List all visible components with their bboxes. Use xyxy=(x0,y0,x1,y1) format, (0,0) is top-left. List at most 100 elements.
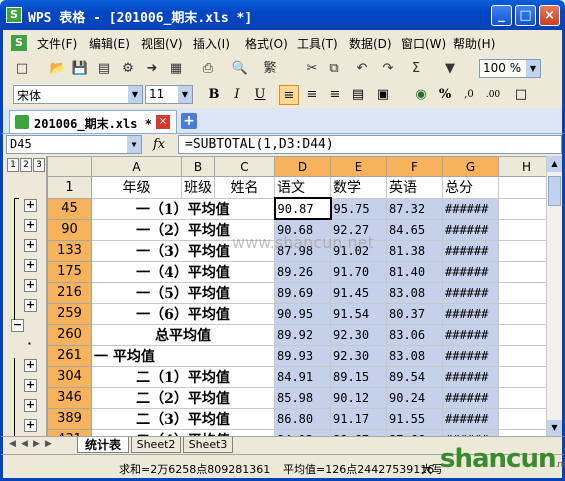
sum-icon[interactable]: Σ xyxy=(407,60,425,78)
total-cell[interactable]: ###### xyxy=(442,428,499,436)
value-cell[interactable]: 89.92 xyxy=(274,323,331,346)
chevron-down-icon[interactable]: ▼ xyxy=(127,136,141,153)
header-cell[interactable]: 英语 xyxy=(386,176,443,199)
row-label-cell[interactable]: 二（2）平均值 xyxy=(91,386,275,409)
row-header[interactable]: 259 xyxy=(47,302,92,325)
minimize-button[interactable]: _ xyxy=(491,5,512,26)
save-icon[interactable]: 💾 xyxy=(71,60,89,78)
total-cell[interactable]: ###### xyxy=(442,365,499,388)
value-cell[interactable]: 89.26 xyxy=(274,260,331,283)
row-label-cell[interactable]: 一（1）平均值 xyxy=(91,197,275,220)
value-cell[interactable]: 80.37 xyxy=(386,302,443,325)
total-cell[interactable]: ###### xyxy=(442,386,499,409)
value-cell[interactable]: 89.93 xyxy=(274,344,331,367)
header-cell[interactable]: 班级 xyxy=(181,176,215,199)
send-icon[interactable]: ➜ xyxy=(143,60,161,78)
scroll-down-icon[interactable]: ▼ xyxy=(547,420,562,436)
value-cell[interactable]: 91.45 xyxy=(330,281,387,304)
font-size-select[interactable]: 11 ▼ xyxy=(145,85,193,104)
borders-icon[interactable]: □ xyxy=(511,85,531,105)
total-cell[interactable]: ###### xyxy=(442,239,499,262)
traditional-chinese-icon[interactable]: 繁 xyxy=(261,60,279,78)
total-cell[interactable]: ###### xyxy=(442,218,499,241)
sheet-tab-1[interactable]: Sheet2 xyxy=(131,437,181,453)
row-header[interactable]: 1 xyxy=(47,176,92,199)
font-name-select[interactable]: 宋体 ▼ xyxy=(13,85,143,104)
column-header-b[interactable]: B xyxy=(181,156,215,177)
value-cell[interactable]: 87.32 xyxy=(386,197,443,220)
row-label-cell[interactable]: 一（6）平均值 xyxy=(91,302,275,325)
value-cell[interactable]: 81.38 xyxy=(386,239,443,262)
value-cell[interactable]: 85.98 xyxy=(274,386,331,409)
value-cell[interactable]: 91.54 xyxy=(330,302,387,325)
value-cell[interactable]: 91.55 xyxy=(386,407,443,430)
close-button[interactable]: × xyxy=(539,5,560,26)
expand-group-icon[interactable]: + xyxy=(24,259,37,272)
expand-group-icon[interactable]: + xyxy=(24,219,37,232)
new-tab-icon[interactable]: + xyxy=(181,113,197,129)
value-cell[interactable]: 89.69 xyxy=(274,281,331,304)
value-cell[interactable]: 81.40 xyxy=(386,260,443,283)
open-folder-icon[interactable]: 📂 xyxy=(49,60,67,78)
cut-icon[interactable]: ✂ xyxy=(303,60,321,78)
expand-group-icon[interactable]: + xyxy=(24,299,37,312)
expand-group-icon[interactable]: + xyxy=(24,239,37,252)
total-cell[interactable]: ###### xyxy=(442,407,499,430)
last-sheet-icon[interactable]: ▶ xyxy=(45,439,52,449)
value-cell[interactable]: 90.95 xyxy=(274,302,331,325)
print-preview-icon[interactable]: ▤ xyxy=(95,60,113,78)
menu-format[interactable]: 格式(O) xyxy=(245,35,288,52)
header-cell[interactable]: 语文 xyxy=(274,176,331,199)
row-header[interactable]: 431 xyxy=(47,428,92,436)
row-header[interactable]: 304 xyxy=(47,365,92,388)
menu-insert[interactable]: 插入(I) xyxy=(193,35,230,52)
expand-group-icon[interactable]: + xyxy=(24,399,37,412)
expand-group-icon[interactable]: + xyxy=(24,279,37,292)
value-cell[interactable]: 83.08 xyxy=(386,281,443,304)
next-sheet-icon[interactable]: ▶ xyxy=(33,439,40,449)
row-label-cell[interactable]: 总平均值 xyxy=(91,323,275,346)
menu-view[interactable]: 视图(V) xyxy=(141,35,183,52)
outline-dot-icon[interactable]: · xyxy=(23,338,36,352)
function-icon[interactable]: fx xyxy=(153,137,165,152)
value-cell[interactable]: 91.70 xyxy=(330,260,387,283)
header-cell[interactable]: 数学 xyxy=(330,176,387,199)
underline-button[interactable]: U xyxy=(250,85,270,105)
align-center-icon[interactable]: ≡ xyxy=(302,85,322,105)
total-cell[interactable]: ###### xyxy=(442,197,499,220)
expand-group-icon[interactable]: + xyxy=(24,359,37,372)
sheet-tab-2[interactable]: Sheet3 xyxy=(183,437,233,453)
value-cell[interactable]: 83.06 xyxy=(386,323,443,346)
column-header-c[interactable]: C xyxy=(214,156,275,177)
close-tab-icon[interactable]: × xyxy=(156,115,170,129)
filter-icon[interactable]: ▼ xyxy=(441,60,459,78)
row-header[interactable]: 261 xyxy=(47,344,92,367)
value-cell[interactable]: 90.87 xyxy=(273,197,332,220)
merge-cells-icon[interactable]: ▣ xyxy=(373,85,393,105)
chevron-down-icon[interactable]: ▼ xyxy=(526,60,540,77)
chevron-down-icon[interactable]: ▼ xyxy=(128,86,142,103)
column-header-g[interactable]: G xyxy=(442,156,499,177)
value-cell[interactable]: 87.66 xyxy=(386,428,443,436)
value-cell[interactable]: 90.24 xyxy=(386,386,443,409)
scroll-thumb[interactable] xyxy=(548,176,561,206)
column-header-e[interactable]: E xyxy=(330,156,387,177)
value-cell[interactable]: 95.75 xyxy=(330,197,387,220)
row-header[interactable]: 45 xyxy=(47,197,92,220)
new-file-icon[interactable]: □ xyxy=(13,60,31,78)
menu-edit[interactable]: 编辑(E) xyxy=(89,35,130,52)
undo-icon[interactable]: ↶ xyxy=(353,60,371,78)
percent-icon[interactable]: % xyxy=(435,85,455,105)
total-cell[interactable]: ###### xyxy=(442,323,499,346)
menu-help[interactable]: 帮助(H) xyxy=(453,35,495,52)
permissions-icon[interactable]: ⚙ xyxy=(119,60,137,78)
row-header[interactable]: 260 xyxy=(47,323,92,346)
row-header[interactable]: 216 xyxy=(47,281,92,304)
row-label-cell[interactable]: 一（5）平均值 xyxy=(91,281,275,304)
value-cell[interactable]: 89.54 xyxy=(386,365,443,388)
bold-button[interactable]: B xyxy=(204,85,224,105)
maximize-button[interactable]: □ xyxy=(515,5,536,26)
menu-tools[interactable]: 工具(T) xyxy=(297,35,338,52)
vertical-scrollbar[interactable]: ▲ ▼ xyxy=(546,156,562,436)
total-cell[interactable]: ###### xyxy=(442,302,499,325)
